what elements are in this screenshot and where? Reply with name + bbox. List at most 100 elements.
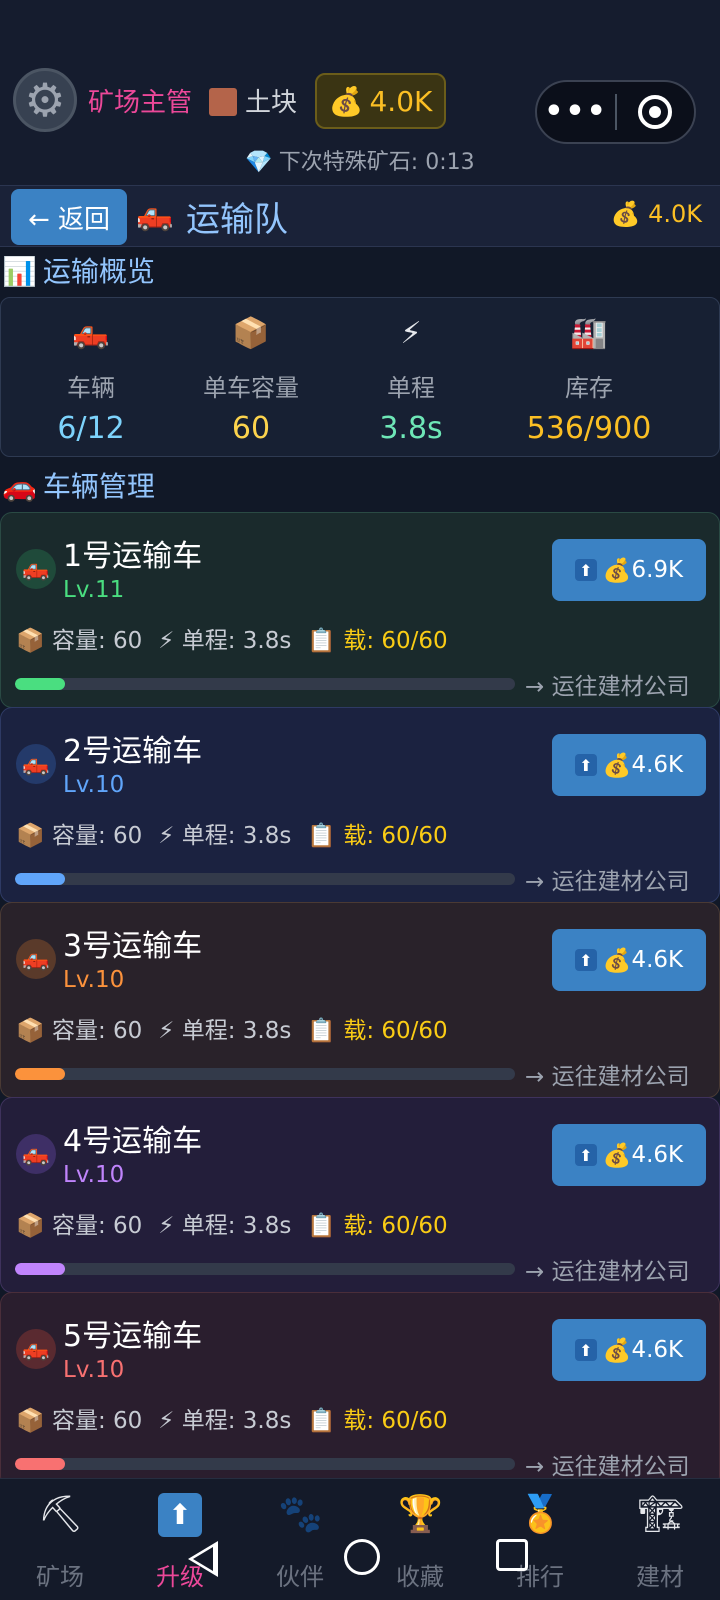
system-home-icon[interactable] xyxy=(344,1539,380,1575)
upgrade-arrow-icon: ⬆ xyxy=(574,1144,597,1166)
role-label: 矿场主管 xyxy=(88,88,193,118)
overview-vehicles: 🛻 车辆 6/12 xyxy=(1,298,181,446)
upgrade-arrow-icon: ⬆ xyxy=(574,1339,597,1361)
settings-gear-icon[interactable]: ⚙ xyxy=(13,68,77,132)
upgrade-cost: 6.9K xyxy=(631,557,684,583)
upgrade-cost: 4.6K xyxy=(631,752,684,778)
capacity-stat: 📦 容量: 60 xyxy=(16,628,143,654)
vehicle-destination: → 运往建材公司 xyxy=(525,869,690,895)
gold-amount: 4.0K xyxy=(369,84,433,118)
trip-progress-bar xyxy=(15,873,515,885)
trip-progress-bar xyxy=(15,1458,515,1470)
vehicles-heading-text: 车辆管理 xyxy=(42,470,155,503)
next-special-text: 下次特殊矿石: 0:13 xyxy=(278,150,475,175)
load-stat: 📋 载: 60/60 xyxy=(307,823,448,849)
vehicle-level: Lv.11 xyxy=(63,577,125,603)
trip-progress-bar xyxy=(15,678,515,690)
vehicle-level: Lv.10 xyxy=(63,1162,125,1188)
upgrade-button[interactable]: ⬆ 💰 4.6K xyxy=(552,929,706,991)
bar-chart-icon: 📊 xyxy=(2,255,37,288)
vehicle-truck-icon: 🛻 xyxy=(16,1134,56,1174)
mini-program-capsule: ••• xyxy=(535,80,696,144)
overview-trip: ⚡ 单程 3.8s xyxy=(321,298,501,446)
upgrade-cost: 4.6K xyxy=(631,1337,684,1363)
overview-capacity: 📦 单车容量 60 xyxy=(161,298,341,446)
overview-label: 车辆 xyxy=(67,374,115,402)
vehicle-level: Lv.10 xyxy=(63,772,125,798)
upgrade-button[interactable]: ⬆ 💰 4.6K xyxy=(552,734,706,796)
vehicle-card: 🛻 1号运输车 Lv.11 ⬆ 💰 6.9K 📦 容量: 60 ⚡ 单程: 3.8s 📋 载: … xyxy=(0,512,720,708)
overview-card: 🛻 车辆 6/12 📦 单车容量 60 ⚡ 单程 3.8s 🏭 库存 536/900 xyxy=(0,297,720,457)
vehicle-truck-icon: 🛻 xyxy=(16,744,56,784)
next-special-ore: 💎 下次特殊矿石: 0:13 xyxy=(0,144,720,176)
vehicle-level: Lv.10 xyxy=(63,1357,125,1383)
overview-label: 单车容量 xyxy=(203,374,299,402)
overview-value: 6/12 xyxy=(57,411,125,446)
vehicle-destination: → 运往建材公司 xyxy=(525,1259,690,1285)
gold-balance: 💰 4.0K xyxy=(315,73,446,129)
vehicle-name: 1号运输车 xyxy=(63,539,203,574)
upgrade-button[interactable]: ⬆ 💰 4.6K xyxy=(552,1124,706,1186)
back-button[interactable]: ← 返回 xyxy=(11,189,127,245)
money-bag-icon: 💰 xyxy=(602,947,632,974)
load-stat: 📋 载: 60/60 xyxy=(307,1018,448,1044)
upgrade-arrow-icon: ⬆ xyxy=(574,754,597,776)
upgrade-arrow-icon: ⬆ xyxy=(574,559,597,581)
vehicle-destination: → 运往建材公司 xyxy=(525,1454,690,1480)
trip-stat: ⚡ 单程: 3.8s xyxy=(158,628,292,654)
overview-value: 3.8s xyxy=(379,411,443,446)
more-menu-icon[interactable]: ••• xyxy=(537,97,615,127)
page-title: 运输队 xyxy=(186,200,288,240)
factory-icon: 🏭 xyxy=(570,316,608,351)
money-bag-icon: 💰 xyxy=(602,557,632,584)
trip-stat: ⚡ 单程: 3.8s xyxy=(158,1408,292,1434)
load-stat: 📋 载: 60/60 xyxy=(307,628,448,654)
diamond-icon: 💎 xyxy=(245,150,273,175)
vehicle-truck-icon: 🛻 xyxy=(16,1329,56,1369)
lightning-icon: ⚡ xyxy=(400,316,422,351)
vehicle-name: 4号运输车 xyxy=(63,1124,203,1159)
money-bag-icon: 💰 xyxy=(610,200,641,228)
overview-stock: 🏭 库存 536/900 xyxy=(499,298,679,446)
vehicles-heading: 🚗 车辆管理 xyxy=(2,465,155,505)
overview-label: 库存 xyxy=(565,374,613,402)
upgrade-button[interactable]: ⬆ 💰 4.6K xyxy=(552,1319,706,1381)
vehicle-name: 5号运输车 xyxy=(63,1319,203,1354)
trip-progress-fill xyxy=(15,873,65,885)
trip-progress-fill xyxy=(15,1068,65,1080)
vehicle-level: Lv.10 xyxy=(63,967,125,993)
system-back-icon-inner xyxy=(193,1547,213,1571)
top-header: ⚙ 矿场主管 土块 💰 4.0K ••• 💎 下次特殊矿石: 0:13 xyxy=(0,0,720,185)
pickup-truck-icon: 🛻 xyxy=(136,198,174,233)
overview-heading: 📊 运输概览 xyxy=(2,250,155,290)
vehicle-destination: → 运往建材公司 xyxy=(525,1064,690,1090)
trip-stat: ⚡ 单程: 3.8s xyxy=(158,1018,292,1044)
vehicle-card: 🛻 2号运输车 Lv.10 ⬆ 💰 4.6K 📦 容量: 60 ⚡ 单程: 3.8s 📋 载: … xyxy=(0,707,720,903)
trip-progress-fill xyxy=(15,1263,65,1275)
trip-progress-fill xyxy=(15,678,65,690)
load-stat: 📋 载: 60/60 xyxy=(307,1408,448,1434)
close-target-icon[interactable] xyxy=(617,95,694,129)
upgrade-button[interactable]: ⬆ 💰 6.9K xyxy=(552,539,706,601)
box-icon: 📦 xyxy=(232,316,270,351)
ore-color-icon xyxy=(209,88,237,116)
vehicle-name: 3号运输车 xyxy=(63,929,203,964)
ore-name: 土块 xyxy=(245,88,298,118)
overview-label: 单程 xyxy=(387,374,435,402)
truck-icon: 🛻 xyxy=(72,316,110,351)
overview-value: 536/900 xyxy=(526,411,652,446)
vehicle-truck-icon: 🛻 xyxy=(16,549,56,589)
vehicle-stats: 📦 容量: 60 ⚡ 单程: 3.8s 📋 载: 60/60 xyxy=(16,1206,464,1240)
title-gold-amount: 4.0K xyxy=(648,200,702,228)
system-nav-bar xyxy=(0,1525,720,1595)
capacity-stat: 📦 容量: 60 xyxy=(16,823,143,849)
title-bar: ← 返回 🛻 运输队 💰 4.0K xyxy=(0,185,720,247)
capacity-stat: 📦 容量: 60 xyxy=(16,1213,143,1239)
trip-stat: ⚡ 单程: 3.8s xyxy=(158,1213,292,1239)
money-bag-icon: 💰 xyxy=(602,1337,632,1364)
system-recents-icon[interactable] xyxy=(496,1539,528,1571)
vehicle-stats: 📦 容量: 60 ⚡ 单程: 3.8s 📋 载: 60/60 xyxy=(16,1011,464,1045)
trip-progress-bar xyxy=(15,1263,515,1275)
capacity-stat: 📦 容量: 60 xyxy=(16,1408,143,1434)
vehicle-card: 🛻 5号运输车 Lv.10 ⬆ 💰 4.6K 📦 容量: 60 ⚡ 单程: 3.8s 📋 载: … xyxy=(0,1292,720,1488)
